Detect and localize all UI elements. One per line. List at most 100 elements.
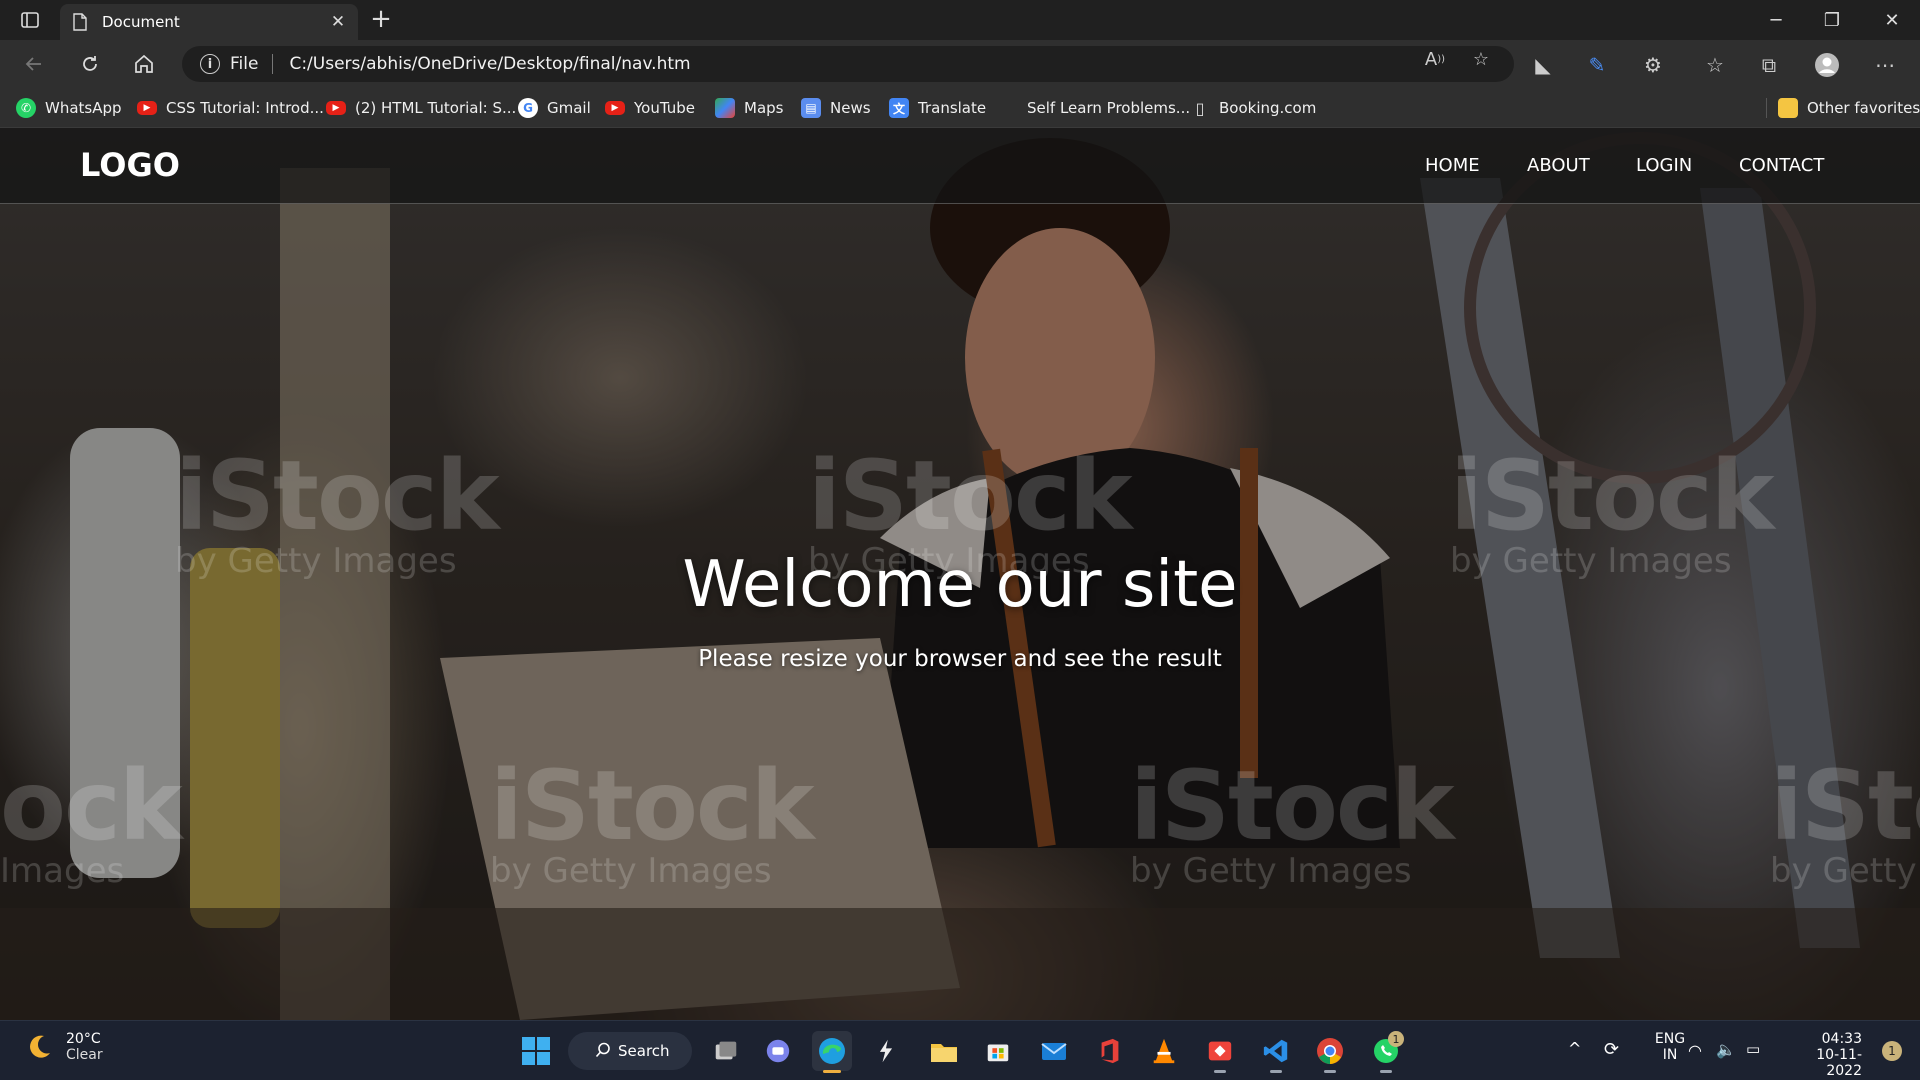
active-indicator (823, 1070, 841, 1073)
clock[interactable]: 04:33 10-11-2022 (1782, 1031, 1862, 1079)
site-navbar: LOGO HOME ABOUT LOGIN CONTACT (0, 128, 1920, 204)
running-indicator (1214, 1070, 1226, 1073)
anydesk-icon (1208, 1041, 1232, 1061)
favorite-label: CSS Tutorial: Introd... (166, 99, 324, 117)
pen-extension-icon[interactable]: ✎ (1584, 52, 1610, 78)
add-favorite-icon[interactable]: ☆ (1470, 48, 1492, 70)
address-scheme: File (230, 54, 259, 74)
extensions-icon[interactable]: ⚙ (1640, 52, 1666, 78)
terminal-app-button[interactable] (866, 1031, 906, 1071)
favorite-label: Gmail (547, 99, 591, 117)
taskbar-search-button[interactable]: Search (568, 1032, 692, 1070)
istock-watermark: iStock by Getty Images (1130, 750, 1455, 891)
favorite-label: Maps (744, 99, 784, 117)
hero-title: Welcome our site (682, 548, 1238, 622)
favorites-icon[interactable]: ☆ (1702, 52, 1728, 78)
browser-tab-active[interactable]: Document ✕ (60, 4, 358, 40)
favorite-label: Booking.com (1219, 99, 1317, 117)
volume-icon[interactable]: 🔈 (1716, 1040, 1736, 1059)
more-menu-icon[interactable]: ⋯ (1872, 52, 1898, 78)
favorite-maps[interactable]: Maps (715, 96, 783, 120)
vscode-icon (1263, 1039, 1288, 1063)
wifi-icon[interactable]: ◠ (1688, 1041, 1702, 1060)
profile-avatar-icon[interactable] (1814, 52, 1840, 78)
search-icon (595, 1042, 610, 1058)
language-indicator[interactable]: ENG IN (1650, 1031, 1690, 1063)
favorite-booking[interactable]: ▯ Booking.com (1190, 96, 1317, 120)
vlc-app-button[interactable] (1144, 1031, 1184, 1071)
restore-button[interactable]: ❐ (1804, 0, 1860, 40)
home-button[interactable] (128, 48, 160, 80)
close-window-button[interactable]: ✕ (1864, 0, 1920, 40)
new-tab-button[interactable]: + (368, 6, 394, 32)
google-icon: G (518, 98, 538, 118)
show-hidden-icons-chevron-icon[interactable]: ^ (1568, 1039, 1581, 1058)
windows-taskbar: 20°C Clear Search 1 ^ ⟳ ENG IN ◠ 🔈 ▭ 04:… (0, 1020, 1920, 1080)
hero-subtitle: Please resize your browser and see the r… (698, 646, 1222, 672)
favorite-youtube[interactable]: ▶ YouTube (605, 96, 695, 120)
language-code: ENG (1654, 1031, 1686, 1047)
back-button[interactable] (18, 48, 50, 80)
address-url[interactable]: C:/Users/abhis/OneDrive/Desktop/final/na… (289, 54, 690, 74)
file-explorer-button[interactable] (924, 1031, 964, 1071)
store-app-button[interactable] (978, 1031, 1018, 1071)
favorite-gmail[interactable]: G Gmail (518, 96, 591, 120)
tab-actions-button[interactable] (14, 8, 46, 32)
nav-link-contact[interactable]: CONTACT (1739, 155, 1824, 176)
address-bar[interactable]: i File C:/Users/abhis/OneDrive/Desktop/f… (182, 46, 1514, 82)
teams-chat-button[interactable] (758, 1031, 798, 1071)
read-aloud-icon[interactable]: A)) (1424, 48, 1446, 70)
other-favorites-folder[interactable]: Other favorites (1778, 96, 1920, 120)
windows-logo-icon (522, 1037, 550, 1065)
favorite-whatsapp[interactable]: ✆ WhatsApp (16, 96, 122, 120)
favorite-news[interactable]: ▤ News (801, 96, 871, 120)
edge-browser-icon (819, 1038, 845, 1064)
mail-app-button[interactable] (1034, 1031, 1074, 1071)
weather-widget[interactable]: 20°C Clear (24, 1031, 103, 1063)
bookmark-extension-icon[interactable]: ◣ (1530, 52, 1556, 78)
task-view-button[interactable] (706, 1031, 746, 1071)
news-icon: ▤ (801, 98, 821, 118)
favorite-label: Other favorites (1807, 99, 1920, 117)
youtube-icon: ▶ (137, 101, 157, 115)
favorite-self-learn[interactable]: Self Learn Problems... (1027, 96, 1190, 120)
anydesk-app-button[interactable] (1200, 1031, 1240, 1073)
refresh-button[interactable] (74, 48, 106, 80)
istock-watermark: ock Images (0, 750, 183, 891)
site-info-icon[interactable]: i (200, 54, 220, 74)
battery-icon[interactable]: ▭ (1746, 1040, 1760, 1058)
system-tray: ^ ⟳ ENG IN ◠ 🔈 ▭ 04:33 10-11-2022 1 (1560, 1021, 1920, 1080)
nav-link-home[interactable]: HOME (1425, 155, 1480, 176)
favorites-divider (1766, 98, 1767, 118)
favorite-html-tutorial[interactable]: ▶ (2) HTML Tutorial: S... (326, 96, 516, 120)
maps-icon (715, 98, 735, 118)
refresh-icon (83, 56, 97, 71)
istock-watermark: iStockby Getty (1770, 750, 1920, 891)
chrome-app-button[interactable] (1310, 1031, 1350, 1073)
nav-link-about[interactable]: ABOUT (1527, 155, 1590, 176)
whatsapp-icon: ✆ (16, 98, 36, 118)
office-icon (1101, 1038, 1119, 1064)
youtube-icon: ▶ (605, 101, 625, 115)
sync-icon[interactable]: ⟳ (1604, 1039, 1619, 1060)
favorite-translate[interactable]: 文 Translate (889, 96, 986, 120)
close-tab-icon[interactable]: ✕ (330, 12, 346, 32)
lightning-app-icon (879, 1039, 893, 1063)
running-indicator (1380, 1070, 1392, 1073)
weather-temperature: 20°C (66, 1031, 101, 1047)
favorite-label: News (830, 99, 871, 117)
notification-badge[interactable]: 1 (1882, 1041, 1902, 1061)
collections-icon[interactable]: ⧉ (1756, 52, 1782, 78)
site-logo[interactable]: LOGO (80, 146, 180, 184)
minimize-button[interactable]: ─ (1748, 0, 1804, 40)
istock-watermark: iStock by Getty Images (490, 750, 815, 891)
start-button[interactable] (516, 1031, 556, 1071)
vscode-app-button[interactable] (1256, 1031, 1296, 1073)
address-separator (272, 54, 274, 74)
edge-app-button[interactable] (812, 1031, 852, 1073)
favorite-css-tutorial[interactable]: ▶ CSS Tutorial: Introd... (137, 96, 324, 120)
nav-link-login[interactable]: LOGIN (1636, 155, 1692, 176)
whatsapp-app-button[interactable]: 1 (1366, 1031, 1406, 1073)
tab-title: Document (102, 13, 180, 31)
office-app-button[interactable] (1090, 1031, 1130, 1071)
